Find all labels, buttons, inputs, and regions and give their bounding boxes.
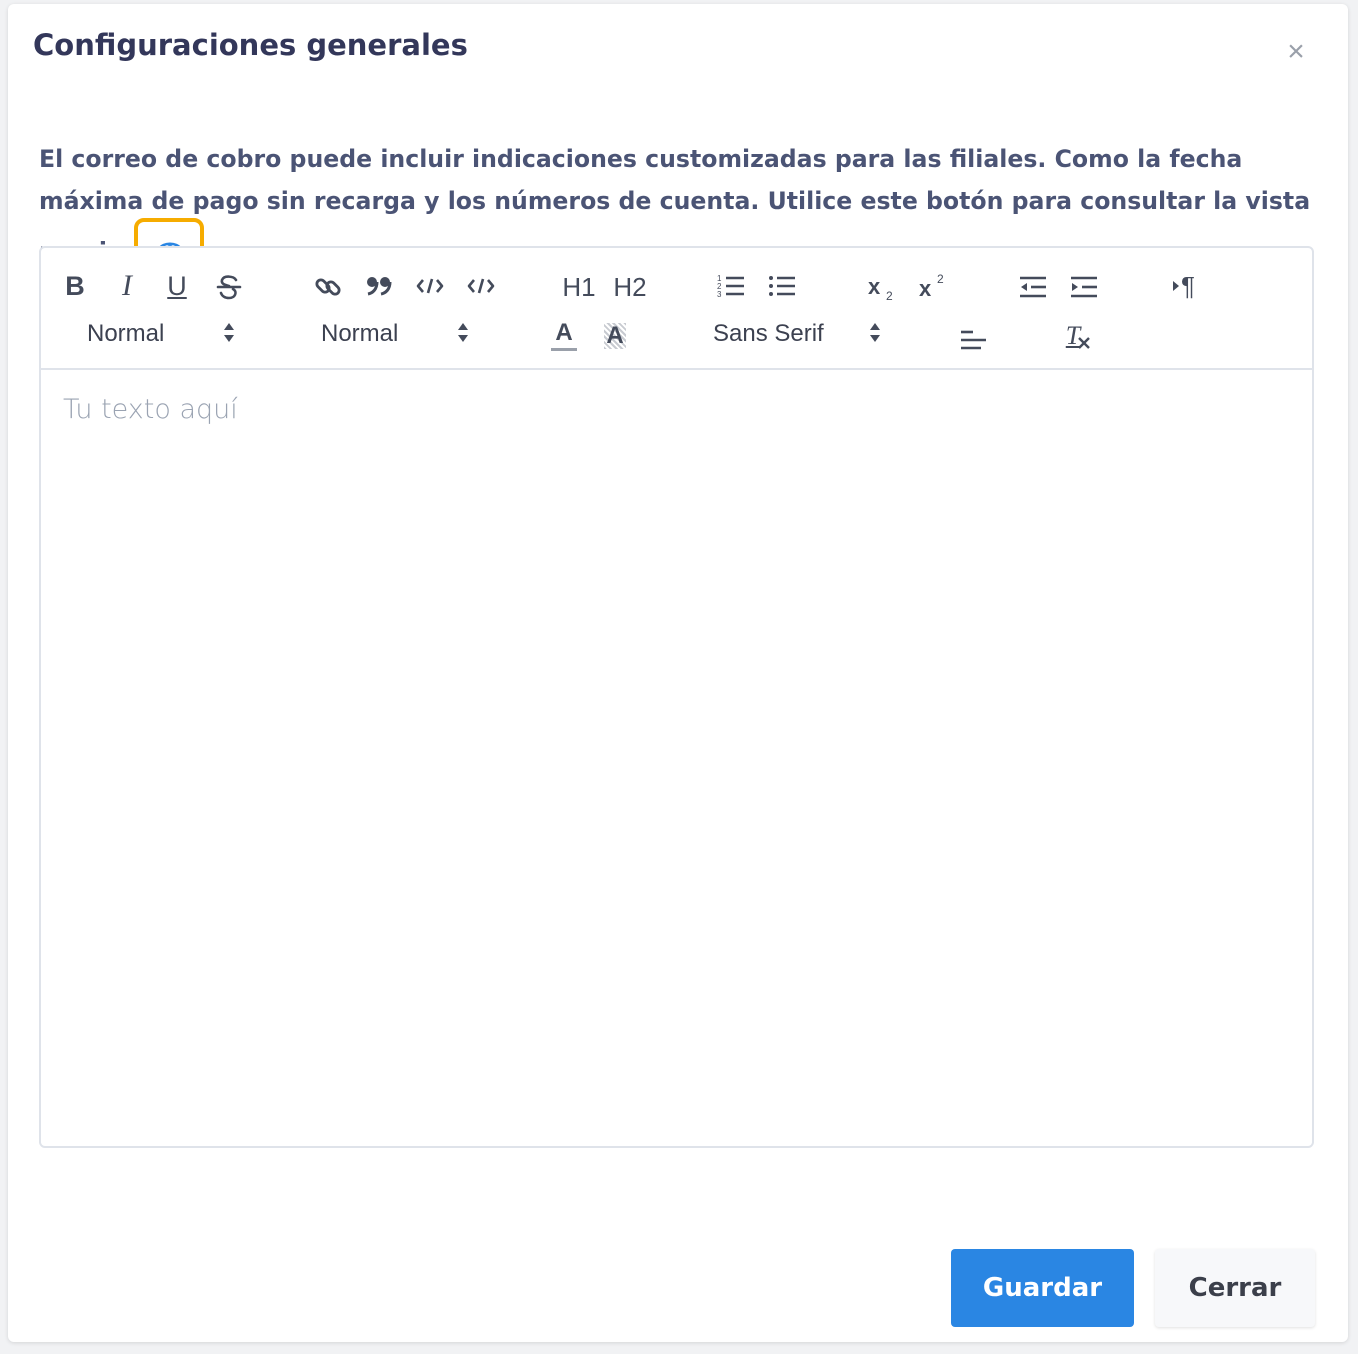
outdent-button[interactable] [1017, 272, 1049, 302]
underline-icon: U [167, 270, 187, 301]
subscript-icon: x2 [868, 274, 893, 301]
bold-button[interactable]: B [61, 270, 89, 302]
align-button[interactable] [957, 324, 989, 354]
code-block-icon [467, 278, 495, 294]
svg-text:x: x [919, 276, 932, 299]
rich-text-editor: B I U H1 H2 1 2 3 x 2 x 2 ¶ Normal Norma… [39, 246, 1314, 1148]
italic-button[interactable]: I [113, 269, 141, 302]
background-color-icon: A [604, 322, 626, 349]
svg-text:2: 2 [886, 289, 893, 301]
header2-button[interactable]: H2 [612, 270, 648, 304]
underline-button[interactable]: U [163, 268, 191, 304]
ordered-list-button[interactable]: 123 [715, 270, 747, 302]
clear-format-button[interactable]: T [1061, 318, 1095, 354]
updown-arrows-icon [869, 322, 881, 344]
align-left-icon [961, 330, 986, 350]
pilcrow-icon: ¶ [1181, 270, 1195, 301]
editor-content-area[interactable]: Tu texto aquí [41, 370, 1312, 1146]
font-picker-label: Sans Serif [713, 320, 824, 347]
size-picker[interactable]: Normal [87, 316, 247, 352]
editor-toolbar: B I U H1 H2 1 2 3 x 2 x 2 ¶ Normal Norma… [41, 248, 1312, 370]
indent-icon [1071, 276, 1097, 298]
code-block-button[interactable] [464, 270, 498, 302]
header1-button[interactable]: H1 [561, 270, 597, 304]
direction-arrow-icon [1173, 281, 1180, 291]
indent-button[interactable] [1068, 272, 1100, 302]
clear-x-icon [1078, 337, 1091, 349]
header1-icon: H1 [562, 271, 596, 302]
strike-button[interactable] [214, 270, 244, 304]
superscript-button[interactable]: x2 [916, 268, 950, 302]
modal-title: Configuraciones generales [33, 28, 468, 62]
italic-icon: I [122, 269, 132, 302]
ordered-list-icon: 123 [717, 274, 744, 299]
editor-placeholder: Tu texto aquí [63, 394, 238, 425]
text-color-button[interactable]: A [549, 318, 579, 354]
blockquote-button[interactable] [363, 270, 395, 302]
settings-modal: Configuraciones generales × El correo de… [8, 4, 1348, 1342]
text-color-icon: A [555, 319, 573, 346]
strike-icon [216, 275, 242, 300]
header-picker-label: Normal [321, 320, 399, 347]
font-picker[interactable]: Sans Serif [713, 316, 889, 352]
bullet-list-button[interactable] [766, 270, 798, 302]
updown-arrows-icon [223, 322, 235, 344]
svg-text:3: 3 [717, 290, 722, 299]
bold-icon: B [65, 270, 85, 301]
close-button[interactable]: Cerrar [1155, 1249, 1315, 1327]
updown-arrows-icon [457, 322, 469, 344]
svg-text:2: 2 [937, 272, 944, 286]
link-button[interactable] [311, 270, 345, 304]
superscript-icon: x2 [919, 272, 944, 299]
size-picker-label: Normal [87, 320, 165, 347]
save-button[interactable]: Guardar [951, 1249, 1134, 1327]
close-icon[interactable]: × [1282, 36, 1310, 68]
bullet-list-icon [769, 276, 795, 296]
subscript-button[interactable]: x2 [865, 270, 899, 304]
header-picker[interactable]: Normal [321, 316, 481, 352]
outdent-icon [1020, 276, 1046, 298]
background-color-button[interactable]: A [599, 318, 631, 354]
color-underline-icon [551, 348, 577, 351]
code-icon [416, 278, 444, 294]
header2-icon: H2 [613, 271, 647, 302]
code-button[interactable] [413, 270, 447, 302]
link-icon [315, 278, 341, 296]
svg-text:x: x [868, 274, 881, 299]
background-color-letter: A [606, 322, 624, 349]
text-direction-button[interactable]: ¶ [1167, 270, 1201, 302]
quote-icon [367, 277, 392, 296]
